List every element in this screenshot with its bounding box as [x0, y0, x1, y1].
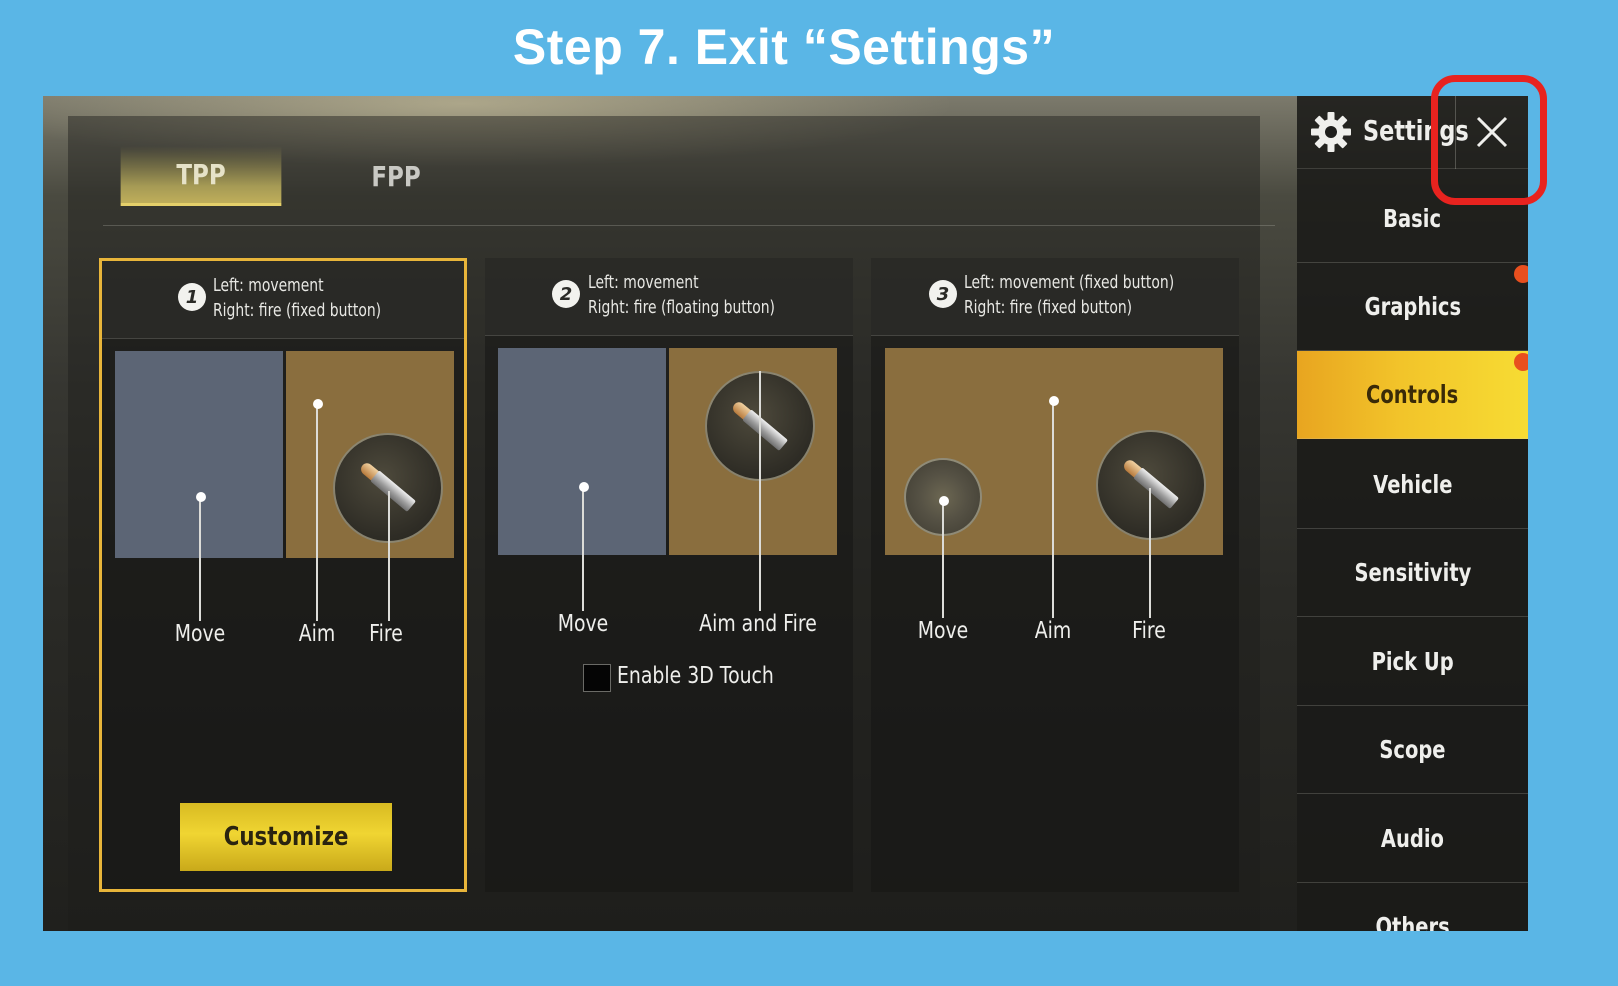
- sidebar-item-vehicle[interactable]: Vehicle: [1297, 441, 1528, 529]
- move-pointer-dot: [579, 482, 589, 492]
- move-pointer-line: [199, 497, 201, 621]
- fire-label: Fire: [1132, 618, 1166, 644]
- layout-number-badge: 2: [552, 280, 580, 308]
- aim-label: Aim: [298, 621, 336, 647]
- gear-icon: [1311, 112, 1351, 152]
- layout-card-3[interactable]: 3 Left: movement (fixed button) Right: f…: [871, 258, 1239, 892]
- notification-dot: [1514, 265, 1528, 283]
- sidebar-item-label: Sensitivity: [1354, 558, 1471, 587]
- fire-label: Fire: [369, 621, 403, 647]
- sidebar-item-label: Pick Up: [1371, 647, 1454, 676]
- customize-button[interactable]: Customize: [180, 803, 392, 871]
- move-label: Move: [917, 618, 969, 644]
- sidebar-item-sensitivity[interactable]: Sensitivity: [1297, 529, 1528, 617]
- step-title: Step 7. Exit “Settings”: [512, 19, 1056, 75]
- move-label: Move: [174, 621, 226, 647]
- layout-description: Left: movement Right: fire (fixed button…: [213, 273, 381, 323]
- sidebar-item-label: Scope: [1379, 735, 1446, 764]
- sidebar-item-label: Others: [1375, 912, 1450, 931]
- move-pointer-line: [942, 501, 944, 618]
- move-pointer-line: [582, 487, 584, 611]
- tab-fpp[interactable]: FPP: [316, 146, 477, 206]
- notification-dot: [1514, 353, 1528, 371]
- sidebar-item-label: Controls: [1366, 380, 1459, 409]
- fire-pointer-line: [388, 491, 390, 621]
- layout-line-1: Left: movement: [588, 272, 699, 293]
- layout-card-header: 2 Left: movement Right: fire (floating b…: [485, 258, 853, 336]
- tab-tpp[interactable]: TPP: [120, 146, 282, 206]
- sidebar-item-pick-up[interactable]: Pick Up: [1297, 618, 1528, 706]
- move-pointer-dot: [196, 492, 206, 502]
- aim-pointer-dot: [1049, 396, 1059, 406]
- aim-label: Aim: [1034, 618, 1072, 644]
- layout-card-2[interactable]: 2 Left: movement Right: fire (floating b…: [485, 258, 853, 892]
- move-label: Move: [557, 611, 609, 637]
- layout-description: Left: movement (fixed button) Right: fir…: [964, 270, 1174, 320]
- close-button-highlight: [1431, 75, 1547, 205]
- aim-pointer-dot: [313, 399, 323, 409]
- aim-pointer-line: [1052, 401, 1054, 618]
- aim-and-fire-label: Aim and Fire: [699, 611, 817, 637]
- aim-fire-pointer-line: [759, 371, 761, 611]
- controls-panel: TPP FPP 1 Left: movement Right: fire (fi…: [68, 116, 1275, 931]
- aim-pointer-line: [316, 404, 318, 621]
- layout-card-header: 1 Left: movement Right: fire (fixed butt…: [102, 261, 464, 339]
- customize-button-label: Customize: [223, 822, 349, 852]
- sidebar-item-label: Vehicle: [1372, 470, 1453, 499]
- sidebar-item-scope[interactable]: Scope: [1297, 706, 1528, 794]
- layout-card-1[interactable]: 1 Left: movement Right: fire (fixed butt…: [99, 258, 467, 892]
- layout-line-1: Left: movement (fixed button): [964, 272, 1175, 293]
- tab-divider: [103, 225, 1275, 226]
- enable-3d-touch-checkbox[interactable]: [583, 664, 611, 692]
- sidebar-item-audio[interactable]: Audio: [1297, 795, 1528, 883]
- enable-3d-touch-label: Enable 3D Touch: [617, 663, 774, 689]
- sidebar-item-label: Basic: [1383, 204, 1442, 233]
- layout-description: Left: movement Right: fire (floating but…: [588, 270, 775, 320]
- sidebar-item-others[interactable]: Others: [1297, 883, 1528, 931]
- settings-sidebar: Settings Basic Graphics Controls Vehicle…: [1297, 96, 1528, 931]
- layout-number-badge: 1: [178, 283, 206, 311]
- layout-line-2: Right: fire (floating button): [588, 297, 775, 318]
- sidebar-item-label: Graphics: [1364, 292, 1461, 321]
- move-pointer-dot: [939, 496, 949, 506]
- sidebar-item-graphics[interactable]: Graphics: [1297, 263, 1528, 351]
- fire-pointer-line: [1149, 488, 1151, 618]
- game-settings-screen: TPP FPP 1 Left: movement Right: fire (fi…: [43, 96, 1528, 931]
- sidebar-item-controls[interactable]: Controls: [1297, 351, 1528, 439]
- layout-line-1: Left: movement: [213, 275, 324, 296]
- layout-number-badge: 3: [929, 280, 957, 308]
- layout-card-header: 3 Left: movement (fixed button) Right: f…: [871, 258, 1239, 336]
- layout-line-2: Right: fire (fixed button): [213, 300, 382, 321]
- sidebar-item-label: Audio: [1380, 824, 1445, 853]
- layout-line-2: Right: fire (fixed button): [964, 297, 1133, 318]
